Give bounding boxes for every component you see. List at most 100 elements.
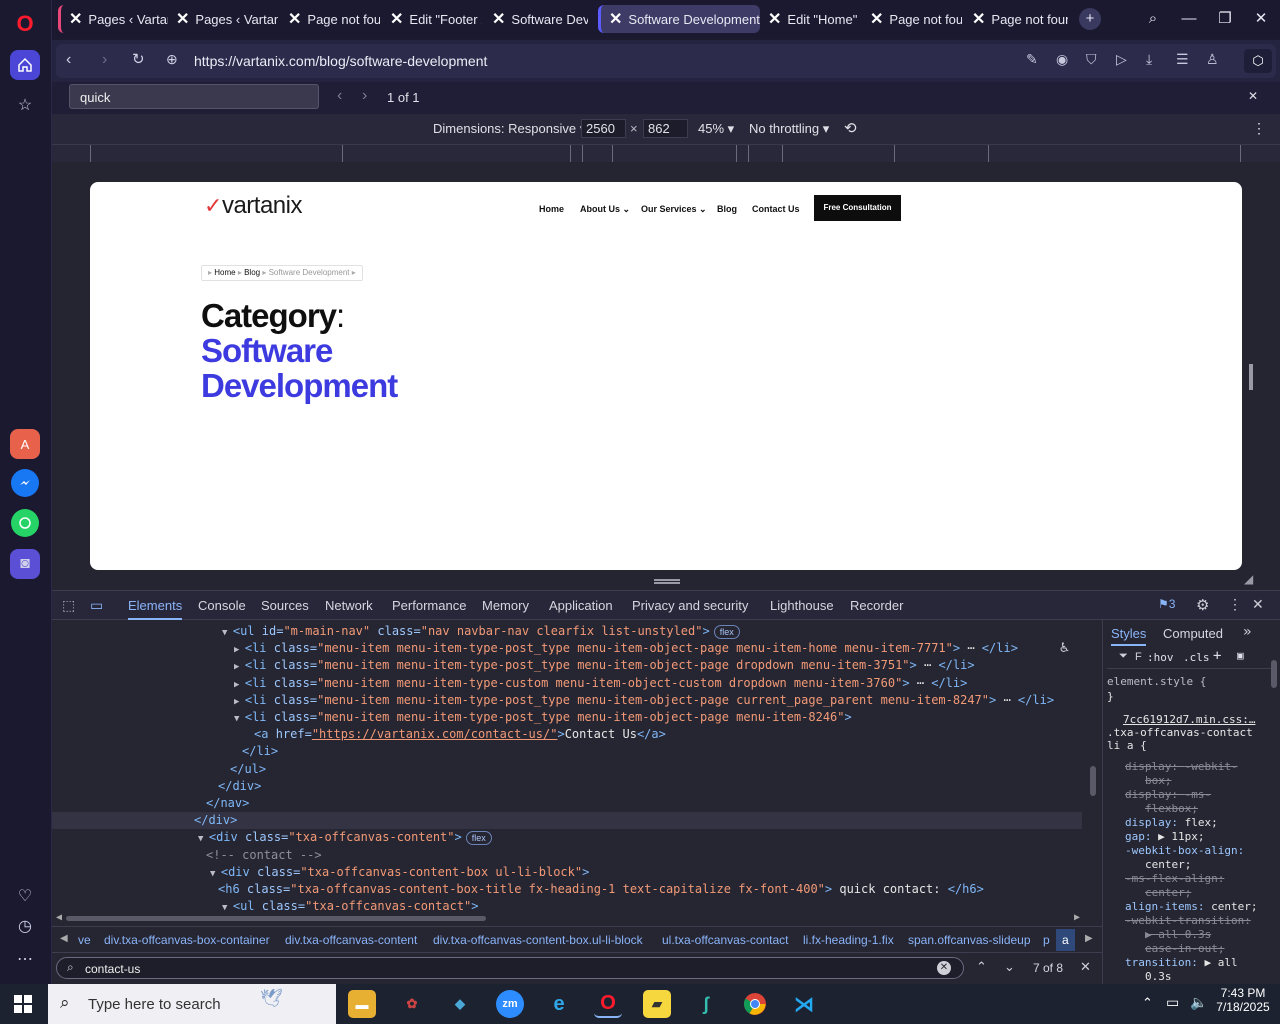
dom-node-line[interactable]: </nav> bbox=[52, 795, 1082, 812]
dom-node-line[interactable]: </div> bbox=[52, 812, 1082, 830]
css-declaration[interactable]: ▶ all 0.3s bbox=[1145, 928, 1211, 942]
tab-recorder[interactable]: Recorder bbox=[850, 598, 903, 613]
dom-node-line[interactable]: ▶ <li class="menu-item menu-item-type-po… bbox=[52, 640, 1082, 657]
browser-tab[interactable]: ✕ Edit "Home" w bbox=[760, 5, 860, 33]
tab-lighthouse[interactable]: Lighthouse bbox=[770, 598, 834, 613]
rotate-icon[interactable]: ⟲ bbox=[844, 119, 857, 137]
app-icon[interactable]: ✿ bbox=[398, 990, 426, 1018]
css-declaration[interactable]: display: -webkit- bbox=[1125, 760, 1238, 774]
sticky-notes-icon[interactable]: ▰ bbox=[643, 990, 671, 1018]
nav-about[interactable]: About Us ⌄ bbox=[580, 204, 630, 215]
device-options-icon[interactable]: ⋮ bbox=[1252, 120, 1266, 137]
home-icon[interactable] bbox=[10, 50, 40, 80]
css-declaration[interactable]: display: flex; bbox=[1125, 816, 1218, 830]
browser-tab[interactable]: ✕ Page not foun bbox=[280, 5, 380, 33]
expand-toggle-icon[interactable]: ▼ bbox=[198, 834, 209, 844]
css-declaration[interactable]: flexbox; bbox=[1145, 802, 1198, 816]
expand-toggle-icon[interactable]: ▶ bbox=[234, 645, 245, 655]
expand-toggle-icon[interactable]: ▼ bbox=[210, 869, 221, 879]
cta-button[interactable]: Free Consultation bbox=[814, 195, 901, 221]
scroll-left-icon[interactable]: ◀ bbox=[56, 912, 62, 923]
breadcrumb-item[interactable]: span.offcanvas-slideup bbox=[908, 933, 1031, 947]
css-declaration[interactable]: -webkit-box-align: bbox=[1125, 844, 1244, 858]
css-declaration[interactable]: 0.3s bbox=[1145, 970, 1172, 984]
expand-toggle-icon[interactable]: ▼ bbox=[222, 628, 233, 638]
nav-blog[interactable]: Blog bbox=[717, 204, 737, 214]
minimize-button[interactable]: — bbox=[1178, 8, 1200, 30]
reload-icon[interactable]: ↻ bbox=[132, 50, 145, 68]
css-declaration[interactable]: center; bbox=[1145, 886, 1191, 900]
breadcrumb-home[interactable]: Home bbox=[214, 268, 235, 277]
file-explorer-icon[interactable]: ▬ bbox=[348, 990, 376, 1018]
find-prev-icon[interactable]: ‹ bbox=[337, 87, 342, 105]
tray-chevron-icon[interactable]: ⌃ bbox=[1142, 995, 1153, 1011]
css-declaration[interactable]: align-items: center; bbox=[1125, 900, 1257, 914]
browser-tab[interactable]: ✕ Pages ‹ Vartan bbox=[168, 5, 278, 33]
browser-tab[interactable]: ✕ Software Deve bbox=[484, 5, 588, 33]
windows-start-icon[interactable] bbox=[14, 995, 32, 1013]
vertical-scrollbar[interactable] bbox=[1090, 766, 1096, 796]
dom-node-line[interactable]: ▼ <div class="txa-offcanvas-content-box … bbox=[52, 864, 1082, 881]
clock[interactable]: 7:43 PM 7/18/2025 bbox=[1214, 986, 1272, 1014]
tab-styles[interactable]: Styles bbox=[1111, 626, 1147, 646]
extensions-icon[interactable]: ⬡ bbox=[1244, 49, 1272, 73]
css-declaration[interactable]: -ms-flex-align: bbox=[1125, 872, 1224, 886]
browser-tab[interactable]: ✕ Edit "Footer 2 bbox=[382, 5, 482, 33]
app-icon[interactable]: ʃ bbox=[692, 990, 720, 1018]
breadcrumb-item[interactable]: ul.txa-offcanvas-contact bbox=[662, 933, 789, 947]
close-search-icon[interactable]: ✕ bbox=[1080, 959, 1091, 975]
tab-application[interactable]: Application bbox=[549, 598, 613, 613]
tab-privacy[interactable]: Privacy and security bbox=[632, 598, 748, 613]
tab-memory[interactable]: Memory bbox=[482, 598, 529, 613]
browser-tab-active[interactable]: ✕ Software Development bbox=[598, 5, 760, 33]
star-icon[interactable]: ☆ bbox=[10, 90, 40, 120]
breadcrumb-item[interactable]: div.txa-offcanvas-content bbox=[285, 933, 417, 947]
camera-icon[interactable]: ◉ bbox=[1056, 51, 1068, 68]
back-icon[interactable]: ‹ bbox=[66, 51, 71, 69]
breadcrumb-item[interactable]: ve bbox=[78, 933, 91, 947]
width-input[interactable]: 2560 bbox=[581, 119, 626, 138]
messenger-icon[interactable] bbox=[11, 469, 39, 497]
nav-services[interactable]: Our Services ⌄ bbox=[641, 204, 707, 215]
aria-app-icon[interactable]: A bbox=[10, 429, 40, 459]
close-window-button[interactable]: ✕ bbox=[1250, 8, 1272, 30]
find-next-icon[interactable]: › bbox=[362, 87, 367, 105]
issues-badge[interactable]: ⚑3 bbox=[1158, 597, 1175, 611]
browser-tab[interactable]: ✕ Page not foun bbox=[964, 5, 1068, 33]
discord-icon[interactable]: ◙ bbox=[10, 549, 40, 579]
tab-performance[interactable]: Performance bbox=[392, 598, 466, 613]
nav-contact[interactable]: Contact Us bbox=[752, 204, 800, 214]
clear-search-icon[interactable]: ✕ bbox=[937, 961, 951, 975]
cls-toggle[interactable]: .cls bbox=[1183, 651, 1210, 664]
stylesheet-link[interactable]: 7cc61912d7.min.css:… bbox=[1123, 713, 1255, 727]
layout-badge[interactable]: flex bbox=[465, 831, 492, 846]
opera-taskbar-icon[interactable]: O bbox=[594, 990, 622, 1018]
download-icon[interactable]: ⤓ bbox=[1146, 51, 1152, 68]
network-icon[interactable]: ▭ bbox=[1166, 994, 1179, 1011]
css-declaration[interactable]: box; bbox=[1145, 774, 1172, 788]
new-rule-icon[interactable]: + bbox=[1213, 648, 1221, 664]
breadcrumb-item-selected[interactable]: a bbox=[1056, 929, 1075, 951]
browser-tab[interactable]: ✕ Pages ‹ Vartan bbox=[58, 5, 168, 33]
new-tab-button[interactable]: + bbox=[1079, 8, 1101, 30]
zoom-app-icon[interactable]: zm bbox=[496, 990, 524, 1018]
css-declaration[interactable]: center; bbox=[1145, 858, 1191, 872]
play-icon[interactable]: ▷ bbox=[1116, 51, 1127, 68]
nav-home[interactable]: Home bbox=[539, 204, 564, 214]
expand-toggle-icon[interactable]: ▶ bbox=[234, 697, 245, 707]
profile-icon[interactable]: ♙ bbox=[1206, 51, 1219, 68]
dom-node-line[interactable]: <h6 class="txa-offcanvas-content-box-tit… bbox=[52, 881, 1082, 898]
find-input[interactable]: quick bbox=[69, 84, 319, 109]
dom-node-line[interactable]: <a href="https://vartanix.com/contact-us… bbox=[52, 726, 1082, 743]
dom-node-line[interactable]: ▶ <li class="menu-item menu-item-type-po… bbox=[52, 692, 1082, 709]
css-declaration[interactable]: gap: ▶ 11px; bbox=[1125, 830, 1204, 844]
breadcrumb-blog[interactable]: Blog bbox=[244, 268, 260, 277]
whatsapp-icon[interactable] bbox=[11, 509, 39, 537]
expand-toggle-icon[interactable]: ▶ bbox=[234, 662, 245, 672]
layout-badge[interactable]: flex bbox=[713, 625, 740, 639]
breadcrumb-scroll-left-icon[interactable]: ◀ bbox=[60, 933, 68, 944]
dom-node-line[interactable]: </div> bbox=[52, 778, 1082, 795]
shield-icon[interactable]: ⛉ bbox=[1086, 51, 1097, 68]
tab-console[interactable]: Console bbox=[198, 598, 246, 613]
resize-corner-icon[interactable]: ◢ bbox=[1244, 572, 1253, 586]
